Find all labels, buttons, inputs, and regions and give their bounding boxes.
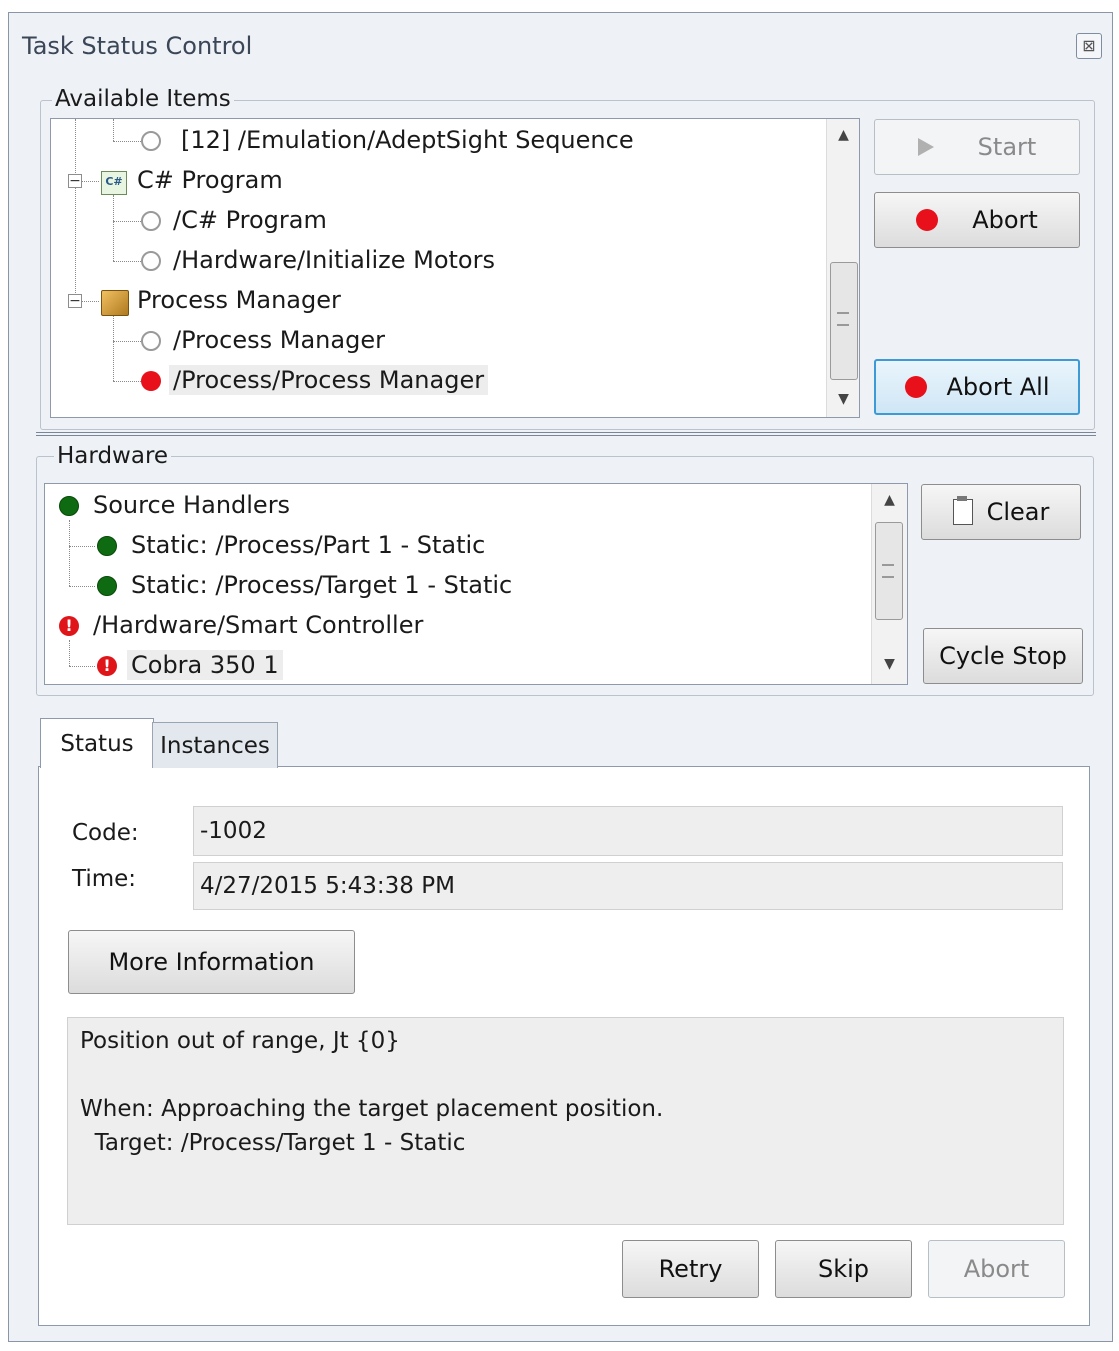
abort-button[interactable]: Abort: [874, 192, 1080, 248]
scroll-up-icon[interactable]: ▲: [827, 127, 859, 143]
hardware-legend: Hardware: [54, 443, 172, 469]
ok-status-icon: [59, 496, 79, 516]
hardware-scrollbar[interactable]: ▲ ▼: [871, 484, 907, 684]
tab-instances[interactable]: Instances: [152, 722, 278, 768]
csharp-icon: C#: [101, 171, 127, 195]
abort-all-button[interactable]: Abort All: [874, 359, 1080, 415]
idle-status-icon: [141, 251, 161, 271]
code-label: Code:: [72, 820, 139, 846]
tree-item[interactable]: /Hardware/Initialize Motors: [139, 245, 499, 279]
available-items-legend: Available Items: [52, 86, 234, 112]
status-message[interactable]: Position out of range, Jt {0} When: Appr…: [67, 1017, 1064, 1225]
hardware-tree[interactable]: Source Handlers Static: /Process/Part 1 …: [44, 483, 908, 685]
skip-button[interactable]: Skip: [775, 1240, 912, 1298]
idle-status-icon: [141, 331, 161, 351]
ok-status-icon: [97, 576, 117, 596]
play-icon: [917, 138, 934, 156]
error-icon: !: [59, 616, 79, 636]
close-icon[interactable]: ⊠: [1076, 33, 1102, 59]
code-field[interactable]: -1002: [193, 806, 1063, 856]
error-icon: !: [97, 656, 117, 676]
idle-status-icon: [141, 131, 161, 151]
collapse-csharp-icon[interactable]: −: [68, 174, 82, 188]
available-items-scrollbar[interactable]: ▲ ▼: [826, 119, 859, 417]
clipboard-icon: [952, 496, 973, 525]
cycle-stop-button[interactable]: Cycle Stop: [923, 628, 1083, 684]
window-title: Task Status Control: [22, 32, 253, 60]
scroll-up-icon[interactable]: ▲: [872, 492, 907, 508]
splitter[interactable]: [36, 432, 1096, 436]
grip-icon: [882, 564, 894, 578]
time-field[interactable]: 4/27/2015 5:43:38 PM: [193, 862, 1063, 910]
stop-icon: [904, 376, 927, 398]
tree-item[interactable]: Source Handlers: [55, 490, 294, 524]
tree-item[interactable]: Process Manager: [99, 285, 345, 319]
tree-item[interactable]: [12] /Emulation/AdeptSight Sequence: [139, 125, 638, 159]
tab-status[interactable]: Status: [40, 718, 154, 768]
grip-icon: [837, 312, 849, 326]
tree-item[interactable]: Static: /Process/Part 1 - Static: [93, 530, 489, 564]
retry-button[interactable]: Retry: [622, 1240, 759, 1298]
tree-item[interactable]: C# C# Program: [99, 165, 287, 199]
clear-button[interactable]: Clear: [921, 484, 1081, 540]
error-status-icon: [141, 371, 161, 391]
abort-error-button[interactable]: Abort: [928, 1240, 1065, 1298]
scroll-down-icon[interactable]: ▼: [827, 391, 859, 407]
package-icon: [101, 290, 129, 316]
available-items-tree[interactable]: − − [12] /Emulation/AdeptSight Sequence …: [50, 118, 860, 418]
tree-item[interactable]: ! /Hardware/Smart Controller: [55, 610, 427, 644]
tree-item-selected[interactable]: ! Cobra 350 1: [93, 650, 283, 684]
idle-status-icon: [141, 211, 161, 231]
tree-item[interactable]: /C# Program: [139, 205, 331, 239]
scroll-down-icon[interactable]: ▼: [872, 656, 907, 672]
tree-item-selected[interactable]: /Process/Process Manager: [139, 365, 489, 399]
collapse-process-manager-icon[interactable]: −: [68, 294, 82, 308]
tree-item[interactable]: /Process Manager: [139, 325, 389, 359]
tree-item[interactable]: Static: /Process/Target 1 - Static: [93, 570, 516, 604]
ok-status-icon: [97, 536, 117, 556]
time-label: Time:: [72, 866, 137, 892]
start-button[interactable]: Start: [874, 119, 1080, 175]
more-information-button[interactable]: More Information: [68, 930, 355, 994]
stop-icon: [916, 209, 939, 231]
